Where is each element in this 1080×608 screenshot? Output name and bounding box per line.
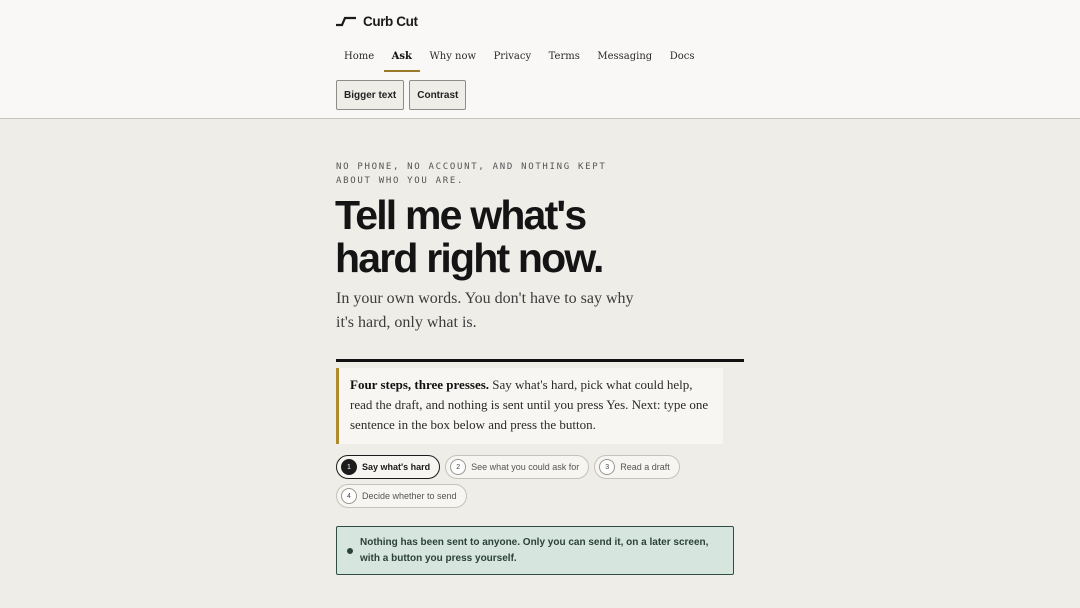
lede-text: In your own words. You don't have to say… bbox=[336, 290, 634, 331]
status-dot-icon bbox=[347, 547, 353, 554]
step-4[interactable]: 4 Decide whether to send bbox=[336, 484, 467, 508]
title-line-1: Tell me what's bbox=[335, 192, 587, 238]
contrast-button[interactable]: Contrast bbox=[409, 80, 467, 110]
site-header: Curb Cut Home Ask Why now Privacy Terms … bbox=[0, 0, 1080, 119]
nav-home[interactable]: Home bbox=[336, 44, 382, 72]
notice-text: Nothing has been sent to anyone. Only yo… bbox=[360, 536, 709, 564]
step-number: 1 bbox=[341, 459, 357, 475]
nothing-sent-notice: Nothing has been sent to anyone. Only yo… bbox=[336, 526, 734, 575]
brand[interactable]: Curb Cut bbox=[336, 12, 418, 30]
privacy-eyebrow: No phone, no account, and nothing kept a… bbox=[336, 162, 607, 186]
nav-terms[interactable]: Terms bbox=[541, 44, 588, 72]
step-label: Decide whether to send bbox=[362, 491, 457, 501]
step-label: Say what's hard bbox=[362, 462, 431, 472]
nav-messaging[interactable]: Messaging bbox=[589, 44, 660, 72]
nav-privacy[interactable]: Privacy bbox=[486, 44, 540, 72]
callout-lead: Four steps, three presses. bbox=[350, 377, 490, 392]
step-1[interactable]: 1 Say what's hard bbox=[336, 455, 441, 479]
step-3[interactable]: 3 Read a draft bbox=[594, 455, 680, 479]
step-number: 3 bbox=[599, 459, 616, 475]
page-title: Tell me what's hard right now. bbox=[335, 194, 755, 280]
step-indicator: 1 Say what's hard 2 See what you could a… bbox=[336, 455, 736, 508]
nav-ask[interactable]: Ask bbox=[383, 44, 420, 72]
step-label: Read a draft bbox=[620, 462, 670, 472]
bigger-text-button[interactable]: Bigger text bbox=[336, 80, 405, 110]
nav-docs[interactable]: Docs bbox=[662, 44, 703, 72]
step-2[interactable]: 2 See what you could ask for bbox=[445, 455, 590, 479]
step-label: See what you could ask for bbox=[471, 462, 580, 472]
curb-cut-logo-icon bbox=[336, 16, 356, 27]
step-number: 4 bbox=[341, 488, 357, 504]
nav-why-now[interactable]: Why now bbox=[421, 44, 484, 72]
main-nav: Home Ask Why now Privacy Terms Messaging… bbox=[336, 44, 704, 72]
step-number: 2 bbox=[450, 459, 467, 475]
title-line-2: hard right now. bbox=[335, 235, 604, 281]
section-divider bbox=[336, 359, 744, 362]
brand-name: Curb Cut bbox=[363, 13, 418, 29]
instructions-callout: Four steps, three presses. Say what's ha… bbox=[336, 368, 723, 444]
accessibility-tools: Bigger text Contrast bbox=[336, 80, 467, 110]
